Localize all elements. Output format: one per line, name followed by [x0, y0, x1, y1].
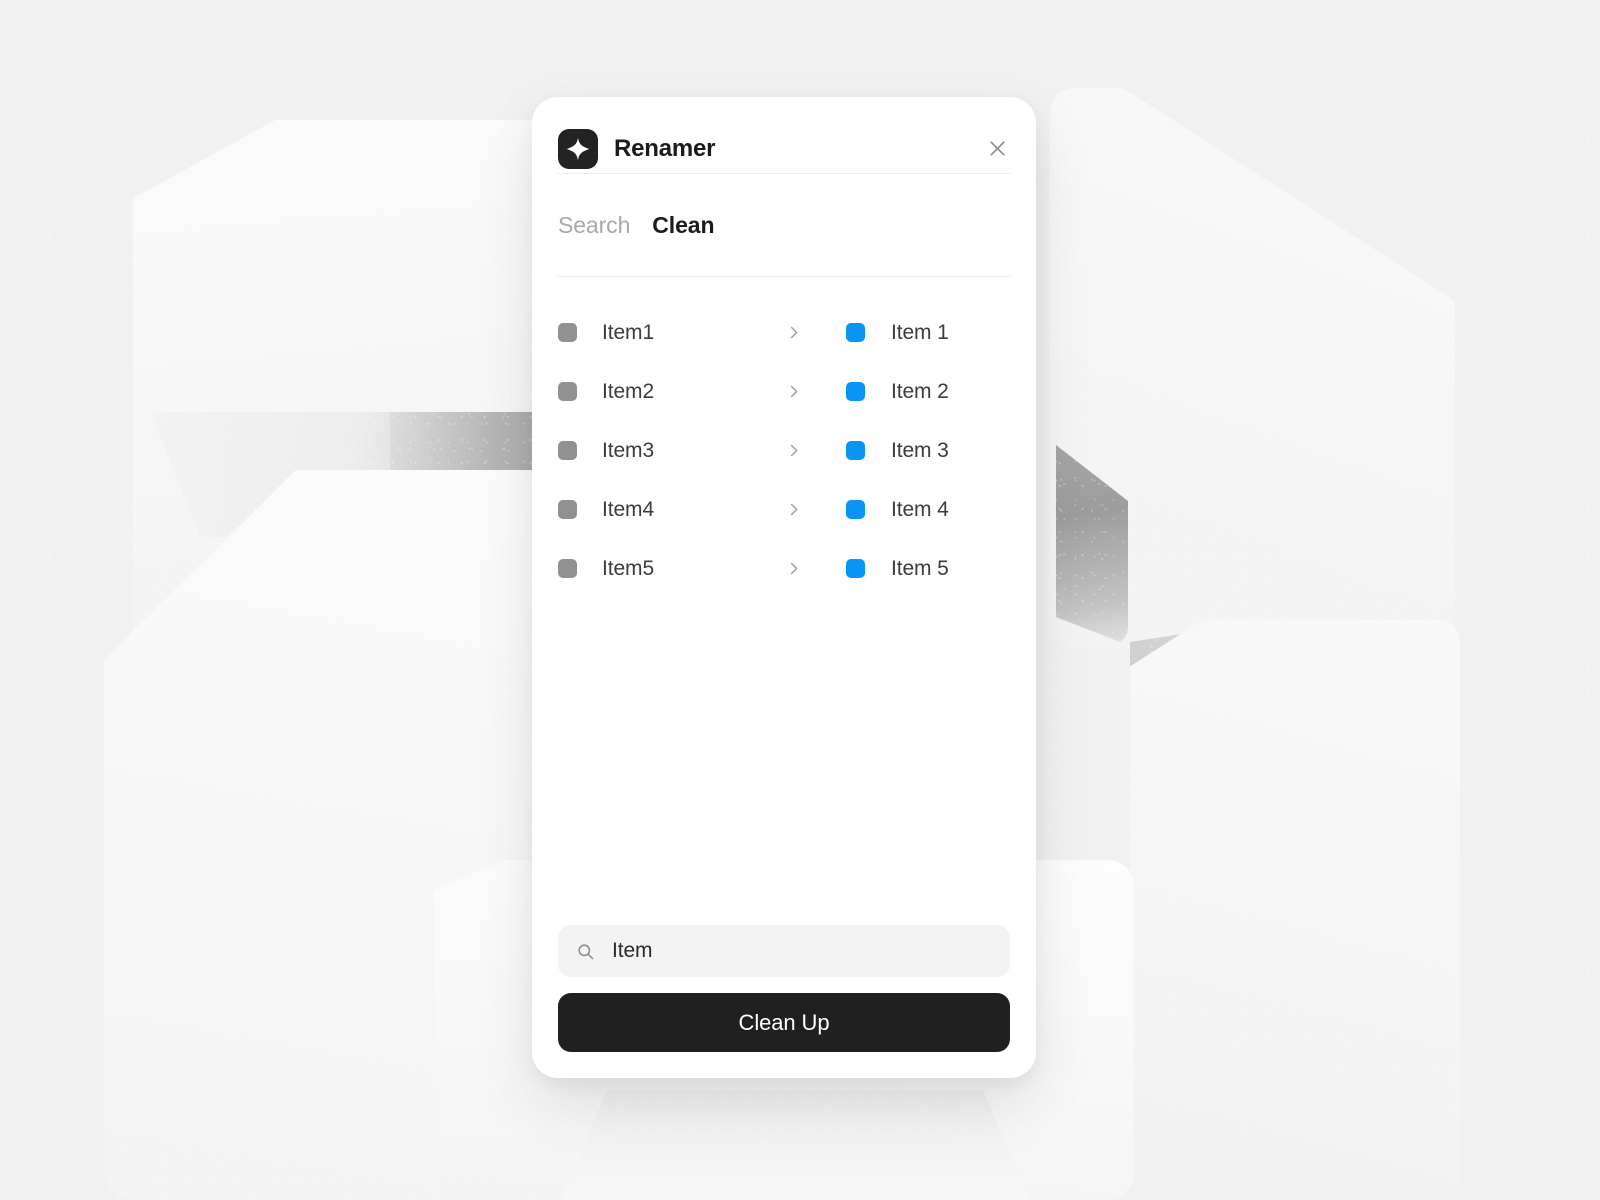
- table-row[interactable]: Item4 Item 4: [558, 480, 1010, 539]
- tab-bar: Search Clean: [532, 174, 1036, 276]
- source-swatch-icon: [558, 323, 577, 342]
- target-swatch-icon: [846, 323, 865, 342]
- source-cell: Item3: [558, 439, 786, 463]
- dialog-footer: Item Clean Up: [532, 925, 1036, 1078]
- target-cell: Item 1: [846, 321, 1010, 345]
- page-title: Renamer: [614, 134, 716, 162]
- target-cell: Item 2: [846, 380, 1010, 404]
- source-cell: Item4: [558, 498, 786, 522]
- source-name: Item5: [602, 556, 655, 580]
- source-swatch-icon: [558, 559, 577, 578]
- source-name: Item1: [602, 320, 655, 344]
- target-swatch-icon: [846, 382, 865, 401]
- target-name: Item 2: [891, 379, 949, 403]
- target-name: Item 3: [891, 438, 949, 462]
- target-swatch-icon: [846, 500, 865, 519]
- target-swatch-icon: [846, 441, 865, 460]
- clean-up-button[interactable]: Clean Up: [558, 993, 1010, 1052]
- chevron-right-icon[interactable]: [786, 384, 846, 399]
- background-shape-lower-right: [1130, 620, 1460, 1200]
- source-swatch-icon: [558, 500, 577, 519]
- source-cell: Item1: [558, 321, 786, 345]
- chevron-right-icon[interactable]: [786, 561, 846, 576]
- close-icon[interactable]: [984, 136, 1010, 162]
- search-value: Item: [612, 939, 653, 962]
- table-row[interactable]: Item5 Item 5: [558, 539, 1010, 598]
- renamer-dialog: Renamer Search Clean Item1 Item 1 Item2 …: [532, 97, 1036, 1078]
- source-swatch-icon: [558, 441, 577, 460]
- target-cell: Item 3: [846, 439, 1010, 463]
- target-name: Item 4: [891, 497, 949, 521]
- table-row[interactable]: Item2 Item 2: [558, 362, 1010, 421]
- target-name: Item 5: [891, 556, 949, 580]
- screen: Renamer Search Clean Item1 Item 1 Item2 …: [0, 0, 1600, 1200]
- source-name: Item2: [602, 379, 655, 403]
- source-name: Item3: [602, 438, 655, 462]
- source-name: Item4: [602, 497, 655, 521]
- search-icon: [576, 942, 595, 961]
- chevron-right-icon[interactable]: [786, 325, 846, 340]
- target-swatch-icon: [846, 559, 865, 578]
- target-cell: Item 5: [846, 557, 1010, 581]
- target-cell: Item 4: [846, 498, 1010, 522]
- tab-clean[interactable]: Clean: [652, 212, 714, 239]
- tab-search[interactable]: Search: [558, 212, 630, 239]
- target-name: Item 1: [891, 320, 949, 344]
- source-cell: Item2: [558, 380, 786, 404]
- background-shadow-bottom: [560, 1090, 1030, 1200]
- sparkle-icon: [558, 128, 598, 169]
- rename-preview-list: Item1 Item 1 Item2 Item 2 Item3 Item 3 I…: [532, 277, 1036, 925]
- table-row[interactable]: Item3 Item 3: [558, 421, 1010, 480]
- chevron-right-icon[interactable]: [786, 443, 846, 458]
- table-row[interactable]: Item1 Item 1: [558, 303, 1010, 362]
- search-input[interactable]: Item: [558, 925, 1010, 977]
- source-cell: Item5: [558, 557, 786, 581]
- dialog-header: Renamer: [532, 97, 1036, 173]
- source-swatch-icon: [558, 382, 577, 401]
- chevron-right-icon[interactable]: [786, 502, 846, 517]
